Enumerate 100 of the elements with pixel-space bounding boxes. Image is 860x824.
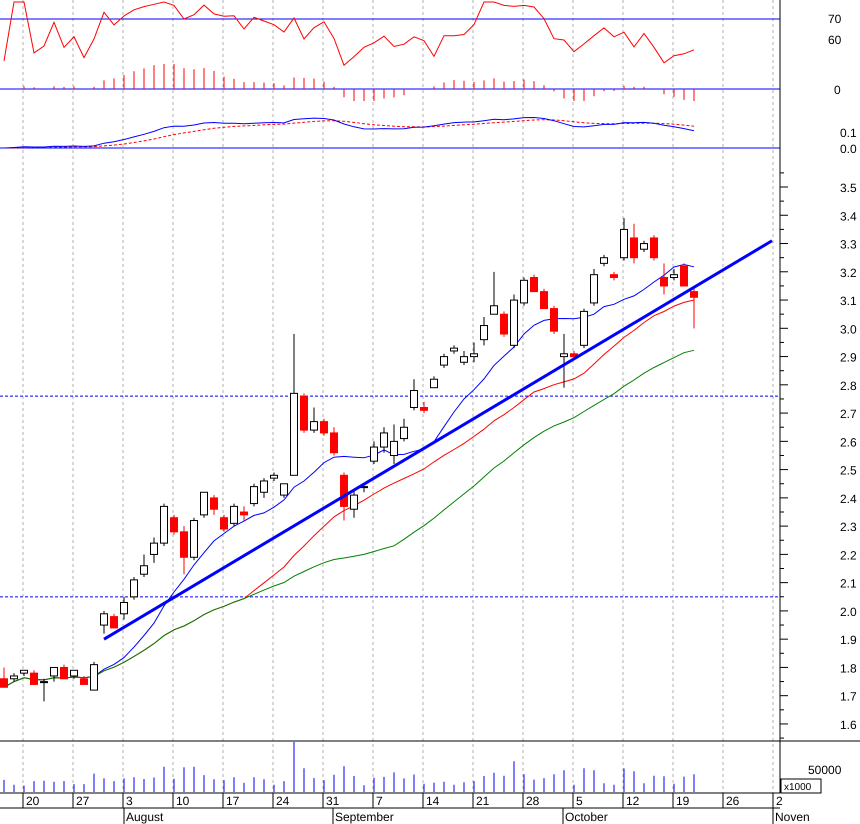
date-label: 14 [426,794,440,808]
axis-label: 2.5 [840,464,857,478]
axis-label: 2.1 [840,576,857,591]
candlestick [80,675,88,685]
unit-label: x1000 [780,778,822,794]
axis-label: 2.3 [840,520,857,534]
axis-label: 1.7 [840,690,857,704]
date-label: 21 [476,794,490,808]
candlestick [230,503,238,527]
axis-label: 2.4 [840,492,857,506]
date-label: 31 [326,794,340,808]
axis-label: 3.4 [840,209,857,224]
axis-label: 70 [828,12,842,26]
date-label: 27 [76,794,90,808]
candlestick [90,661,98,691]
candlestick [20,670,28,676]
candlestick [160,503,168,546]
month-label: October [565,810,608,824]
date-label: 12 [626,794,640,808]
candlestick [310,407,318,434]
candlestick [270,472,278,482]
candlestick [530,274,538,292]
candlestick [260,478,268,498]
candlestick [220,514,228,532]
candlestick [380,426,388,454]
axis-label: 50000 [808,763,842,777]
date-label: 28 [526,794,540,808]
date-label: 24 [276,794,290,808]
candlestick [400,418,408,442]
axis-label: 2.9 [840,350,857,365]
candlestick [50,666,58,682]
candlestick [490,271,498,315]
axis-label: 3.5 [840,181,857,195]
candlestick [480,316,488,346]
date-label: 26 [726,794,740,808]
candlestick [500,310,508,338]
date-label: 7 [376,794,383,808]
candlestick [550,305,558,334]
candlestick [440,353,448,368]
month-label: August [126,810,164,824]
candlestick [40,678,48,702]
candlestick [600,254,608,267]
candlestick [460,350,468,366]
candlestick [10,672,18,682]
candlestick [30,670,38,685]
axis-label: 2.0 [840,604,857,619]
axis-label: 60 [828,33,842,47]
candlestick [300,392,308,434]
candlestick [280,483,288,498]
axis-label: 0.0 [840,142,857,156]
axis-label: 3.0 [840,322,857,336]
candlestick [210,494,218,516]
axis-label: 0 [834,83,841,97]
candlestick [170,514,178,536]
candlestick [690,288,698,329]
candlestick [590,268,598,306]
date-label: 3 [126,794,133,808]
candlestick [110,613,118,628]
candlestick [340,472,348,522]
candlestick [420,401,428,414]
axis-label: 3.2 [840,266,857,280]
axis-label: 2.6 [840,435,857,450]
candlestick [240,506,248,522]
candlestick [350,488,358,518]
date-label: 20 [26,794,40,808]
candlestick [540,288,548,310]
candlestick [130,576,138,600]
axis-label: 3.3 [840,238,857,252]
date-label: 19 [676,794,690,808]
candlestick [410,378,418,411]
candlestick [330,426,338,456]
month-label: Noven [775,810,810,824]
candlestick [150,536,158,564]
month-label: September [335,810,394,824]
candlestick [60,664,68,680]
candlestick [120,596,128,620]
date-label: 10 [176,794,190,808]
axis-label: 1.6 [840,718,857,732]
candlestick [250,483,258,507]
candlestick [360,483,368,493]
date-label: 5 [576,794,583,808]
candlestick [510,294,518,349]
candlestick [520,277,528,306]
axis-label: 2.7 [840,407,857,422]
candlestick [670,268,678,281]
candlestick [580,308,588,349]
candlestick [190,517,198,561]
candlestick [70,670,78,680]
candlestick [560,334,568,388]
candlestick [470,342,478,363]
candlestick [320,418,328,436]
candlestick [0,666,8,688]
candlestick [620,218,628,262]
candlestick [100,610,108,634]
date-label: 17 [226,794,240,808]
candlestick [570,350,578,360]
candlestick [650,234,658,262]
axis-label: 3.1 [840,294,857,308]
candlestick [640,240,648,253]
candlestick [140,554,148,578]
